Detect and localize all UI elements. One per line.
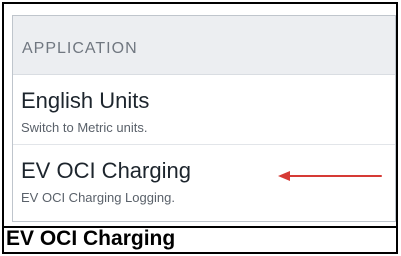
screenshot-frame: APPLICATION English Units Switch to Metr… — [2, 2, 398, 228]
ev-oci-charging-description: EV OCI Charging Logging. — [21, 190, 175, 205]
left-arrow-icon — [278, 171, 382, 181]
caption-frame: EV OCI Charging — [2, 228, 398, 254]
application-section-header: APPLICATION — [13, 16, 395, 75]
english-units-description: Switch to Metric units. — [21, 120, 148, 135]
page: APPLICATION English Units Switch to Metr… — [0, 0, 401, 256]
caption-text: EV OCI Charging — [6, 228, 176, 250]
setting-ev-oci-charging[interactable]: EV OCI Charging EV OCI Charging Logging. — [13, 145, 395, 215]
setting-english-units[interactable]: English Units Switch to Metric units. — [13, 75, 395, 145]
english-units-title: English Units — [21, 88, 150, 113]
settings-panel: APPLICATION English Units Switch to Metr… — [12, 15, 396, 222]
